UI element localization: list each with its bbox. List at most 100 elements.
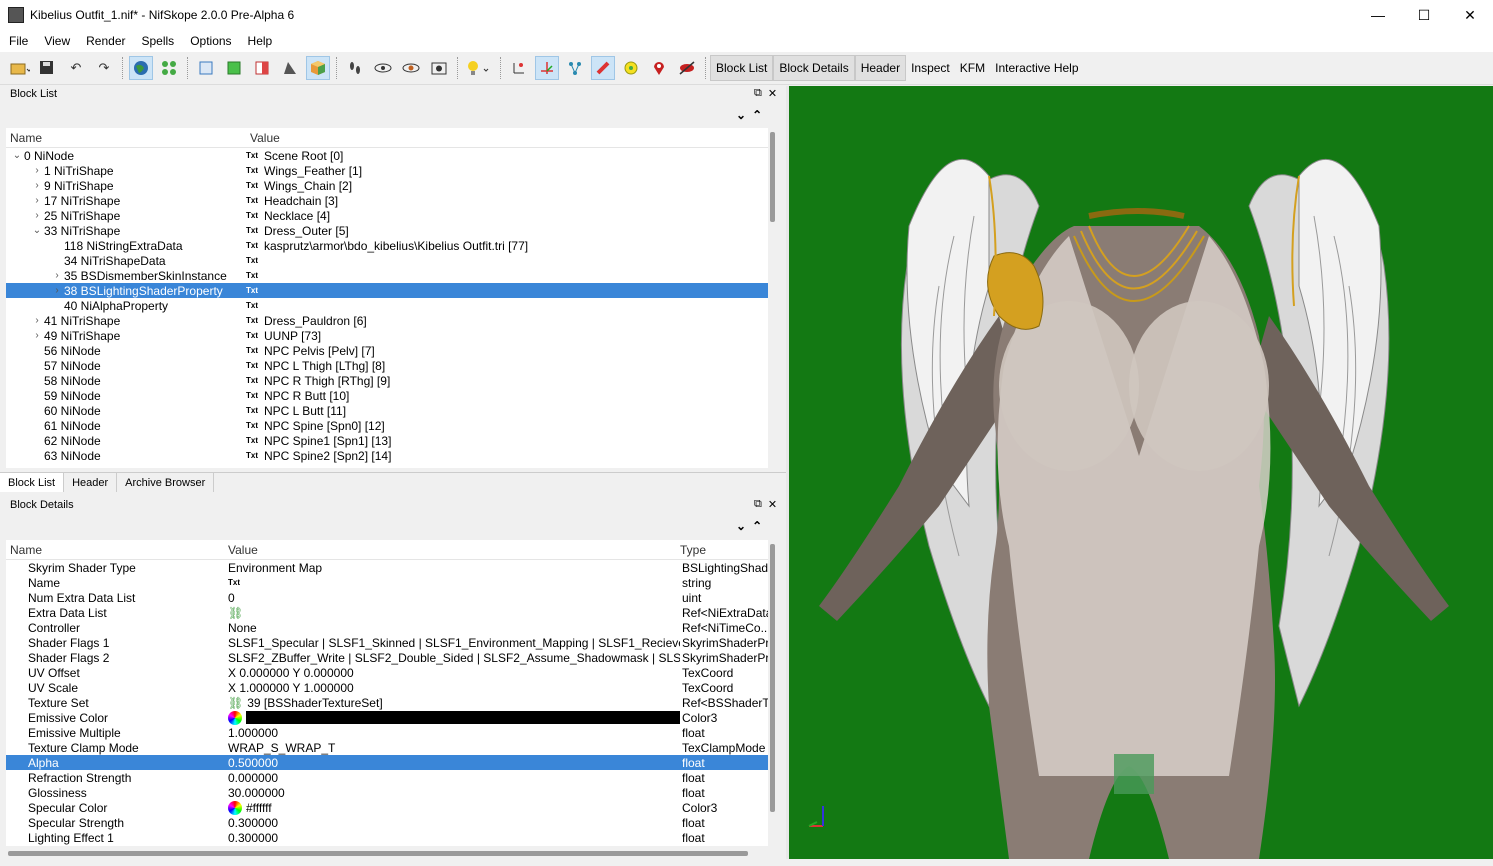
menu-options[interactable]: Options [183,34,238,48]
toolbar-interactive-help[interactable]: Interactive Help [990,55,1083,81]
menu-render[interactable]: Render [79,34,132,48]
column-type[interactable]: Type [676,543,706,557]
render-viewport[interactable] [789,86,1493,859]
tree-row[interactable]: › 41 NiTriShape Txt Dress_Pauldron [6] [6,313,768,328]
detail-row[interactable]: Num Extra Data List 0 uint [6,590,768,605]
menu-view[interactable]: View [37,34,77,48]
tree-row[interactable]: 59 NiNode Txt NPC R Butt [10] [6,388,768,403]
toolbar-header[interactable]: Header [854,55,907,81]
detail-row[interactable]: UV Scale X 1.000000 Y 1.000000 TexCoord [6,680,768,695]
detail-row[interactable]: Skyrim Shader Type Environment Map BSLight… [6,560,768,575]
details-scrollbar[interactable] [768,540,778,846]
marker-icon[interactable] [647,56,671,80]
detail-row[interactable]: Texture Set ⛓ 39 [BSShaderTextureSet] Ref<B… [6,695,768,710]
collapse-arrow-icon[interactable]: › [30,165,44,176]
detail-row[interactable]: Texture Clamp Mode WRAP_S_WRAP_T TexClampM… [6,740,768,755]
expand-all-icon[interactable]: ⌄ [736,519,752,533]
float-icon[interactable]: ⧉ [754,498,762,511]
detail-value[interactable]: ⛓ [228,606,680,620]
tree-scrollbar[interactable] [768,128,778,468]
expand-arrow-icon[interactable]: ⌄ [10,150,24,161]
redo-icon[interactable]: ↷ [92,56,116,80]
tab-block-list[interactable]: Block List [0,473,65,492]
column-value[interactable]: Value [224,543,676,557]
tree-row[interactable]: ⌄ 0 NiNode Txt Scene Root [0] [6,148,768,163]
column-value[interactable]: Value [246,131,280,145]
detail-value[interactable]: X 1.000000 Y 1.000000 [228,681,680,695]
tree-row[interactable]: ⌄ 33 NiTriShape Txt Dress_Outer [5] [6,223,768,238]
collapse-arrow-icon[interactable]: › [30,180,44,191]
tree-row[interactable]: 34 NiTriShapeData Txt [6,253,768,268]
detail-row[interactable]: Controller None Ref<NiTimeCo... [6,620,768,635]
detail-value[interactable]: X 0.000000 Y 0.000000 [228,666,680,680]
detail-value[interactable]: 0.300000 [228,816,680,830]
detail-row[interactable]: Emissive Multiple 1.000000 float [6,725,768,740]
detail-row[interactable]: Emissive Color Color3 [6,710,768,725]
lightbulb-icon[interactable] [464,56,494,80]
tree-row[interactable]: 61 NiNode Txt NPC Spine [Spn0] [12] [6,418,768,433]
menu-file[interactable]: File [2,34,35,48]
detail-row[interactable]: Glossiness 30.000000 float [6,785,768,800]
detail-value[interactable]: #ffffff [228,800,680,815]
maximize-button[interactable]: ☐ [1401,0,1447,30]
column-name[interactable]: Name [6,131,246,145]
color-wheel-icon[interactable] [228,800,242,815]
tree-row[interactable]: 62 NiNode Txt NPC Spine1 [Spn1] [13] [6,433,768,448]
tree-row[interactable]: 118 NiStringExtraData Txt kasprutz\armor\b… [6,238,768,253]
tree-row[interactable]: 56 NiNode Txt NPC Pelvis [Pelv] [7] [6,343,768,358]
toolbar-kfm[interactable]: KFM [955,55,990,81]
tree-row[interactable]: 63 NiNode Txt NPC Spine2 [Spn2] [14] [6,448,768,463]
footprint-icon[interactable] [343,56,367,80]
toolbar-inspect[interactable]: Inspect [906,55,955,81]
close-panel-icon[interactable]: ✕ [768,498,777,511]
detail-value[interactable]: 1.000000 [228,726,680,740]
tab-archive-browser[interactable]: Archive Browser [117,473,215,492]
detail-row[interactable]: Shader Flags 1 SLSF1_Specular | SLSF1_Ski… [6,635,768,650]
tree-row[interactable]: › 17 NiTriShape Txt Headchain [3] [6,193,768,208]
axis-toggle-icon[interactable] [535,56,559,80]
detail-row[interactable]: Name Txt string [6,575,768,590]
color-wheel-icon[interactable] [228,710,242,725]
front-view-icon[interactable] [194,56,218,80]
detail-value[interactable]: 0.300000 [228,831,680,845]
column-name[interactable]: Name [6,543,224,557]
toolbar-block-details[interactable]: Block Details [773,55,855,81]
minimize-button[interactable]: — [1355,0,1401,30]
detail-row[interactable]: Extra Data List ⛓ Ref<NiExtraData [6,605,768,620]
detail-value[interactable]: 0.000000 [228,771,680,785]
tree-row[interactable]: 58 NiNode Txt NPC R Thigh [RThg] [9] [6,373,768,388]
detail-row[interactable]: Alpha 0.500000 float [6,755,768,770]
skeleton-icon[interactable] [563,56,587,80]
close-panel-icon[interactable]: ✕ [768,87,777,100]
detail-value[interactable]: 0 [228,591,680,605]
tree-row[interactable]: › 9 NiTriShape Txt Wings_Chain [2] [6,178,768,193]
nodes-icon[interactable] [157,56,181,80]
detail-row[interactable]: UV Offset X 0.000000 Y 0.000000 TexCoord [6,665,768,680]
detail-value[interactable]: ⛓ 39 [BSShaderTextureSet] [228,696,680,710]
detail-row[interactable]: Lighting Effect 1 0.300000 float [6,830,768,845]
expand-all-icon[interactable]: ⌄ [736,108,752,122]
detail-value[interactable]: 0.500000 [228,756,680,770]
details-hscrollbar[interactable] [0,848,786,858]
globe-icon[interactable] [129,56,153,80]
tree-row[interactable]: › 49 NiTriShape Txt UUNP [73] [6,328,768,343]
tree-row[interactable]: 60 NiNode Txt NPC L Butt [11] [6,403,768,418]
tree-row[interactable]: › 35 BSDismemberSkinInstance Txt [6,268,768,283]
detail-value[interactable]: WRAP_S_WRAP_T [228,741,680,755]
screenshot-icon[interactable] [427,56,451,80]
collapse-all-icon[interactable]: ⌃ [752,108,768,122]
collapse-arrow-icon[interactable]: › [30,315,44,326]
collapse-arrow-icon[interactable]: › [30,195,44,206]
collapse-arrow-icon[interactable]: › [50,285,64,296]
tree-row[interactable]: 40 NiAlphaProperty Txt [6,298,768,313]
save-icon[interactable] [36,56,60,80]
menu-help[interactable]: Help [241,34,280,48]
detail-value[interactable]: None [228,621,680,635]
detail-row[interactable]: Refraction Strength 0.000000 float [6,770,768,785]
axes-icon[interactable] [507,56,531,80]
bone-icon[interactable] [591,56,615,80]
open-icon[interactable] [8,56,32,80]
target-icon[interactable] [619,56,643,80]
detail-value[interactable] [228,710,680,725]
tree-row[interactable]: › 1 NiTriShape Txt Wings_Feather [1] [6,163,768,178]
